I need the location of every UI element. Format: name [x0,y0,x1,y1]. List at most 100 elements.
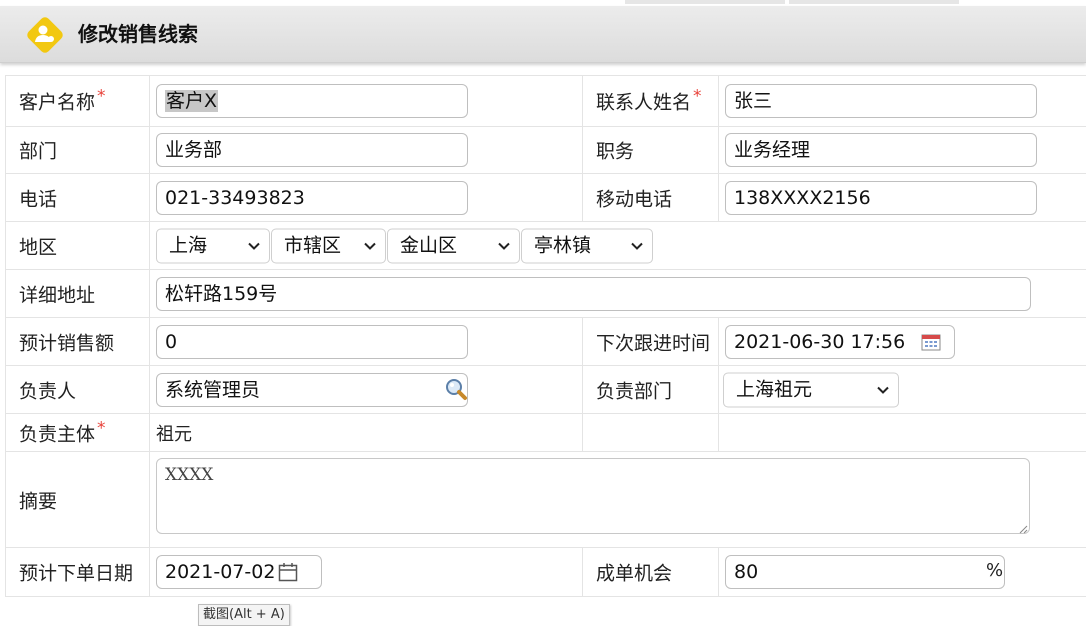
field-cell: 张三 [718,76,1086,126]
field-cell: 021-33493823 [149,174,583,221]
town-select[interactable]: 亭林镇 [521,228,653,263]
label-cell: 摘要 [5,452,150,547]
magnifier-icon[interactable] [444,377,468,401]
page-header: 修改销售线索 [0,6,1086,63]
field-cell: 80 % [718,548,1086,596]
department-label: 部门 [19,140,58,162]
form-row: 负责主体 * 祖元 [5,414,1086,452]
region-label: 地区 [19,236,58,258]
department-input[interactable]: 业务部 [156,132,468,167]
label-cell: 负责人 [5,366,150,413]
form-row: 详细地址 松轩路159号 [5,270,1086,318]
town-value: 亭林镇 [534,234,592,256]
label-cell: 预计下单日期 [5,548,150,596]
label-cell: 职务 [582,126,719,173]
next-followup-label: 下次跟进时间 [596,332,711,354]
owner-dept-label: 负责部门 [596,380,673,402]
order-date-label: 预计下单日期 [19,562,134,585]
deal-chance-value: 80 [734,561,759,583]
calendar-icon[interactable] [921,333,941,351]
mobile-label: 移动电话 [596,188,673,210]
form-row: 预计销售额 0 下次跟进时间 2021-06-30 17:56 [5,318,1086,366]
label-cell: 负责主体 * [5,414,150,451]
owner-dept-select[interactable]: 上海祖元 [723,372,899,407]
customer-name-label: 客户名称 * [19,86,106,114]
field-cell: 松轩路159号 [149,270,1086,317]
province-value: 上海 [169,234,208,256]
phone-input[interactable]: 021-33493823 [156,180,468,215]
form-row: 地区 上海 市辖区 金山区 亭林镇 [5,222,1086,270]
expected-sales-input[interactable]: 0 [156,324,468,359]
empty-cell [718,414,1086,451]
owner-input[interactable]: 系统管理员 [156,372,468,407]
label-cell: 部门 [5,126,150,173]
field-cell: 业务经理 [718,126,1086,173]
label-cell: 负责部门 [582,366,719,413]
summary-label: 摘要 [19,490,58,512]
owner-label: 负责人 [19,380,77,402]
position-label: 职务 [596,140,635,162]
required-marker: * [97,86,106,107]
user-badge-icon [22,12,68,58]
phone-label: 电话 [19,188,58,210]
deal-chance-label: 成单机会 [596,562,673,585]
form-row: 部门 业务部 职务 业务经理 [5,126,1086,174]
percent-unit: % [986,560,1004,581]
form-row: 摘要 XXXX [5,452,1086,548]
label-cell: 详细地址 [5,270,150,317]
deal-chance-input[interactable]: 80 [725,555,1005,589]
form-row: 电话 021-33493823 移动电话 138XXXX2156 [5,174,1086,222]
city-select[interactable]: 市辖区 [271,228,386,263]
district-value: 金山区 [400,234,458,256]
field-cell: 客户X [149,76,583,126]
top-tab-segment [625,0,785,4]
customer-name-value: 客户X [165,90,219,112]
order-date-value: 2021-07-02 [165,561,276,583]
owner-value: 系统管理员 [165,378,261,401]
form-row: 预计下单日期 2021-07-02 成单机会 80 % [5,548,1086,597]
expected-sales-label: 预计销售额 [19,332,115,354]
summary-textarea[interactable]: XXXX [156,458,1030,534]
mobile-input[interactable]: 138XXXX2156 [725,180,1037,215]
entity-value: 祖元 [156,423,192,445]
address-label: 详细地址 [19,284,96,306]
contact-name-input[interactable]: 张三 [725,84,1037,118]
field-cell: 0 [149,318,583,365]
page-title: 修改销售线索 [78,22,198,46]
required-marker: * [693,86,702,107]
chevron-down-icon [498,242,510,250]
chevron-down-icon [877,386,889,394]
position-input[interactable]: 业务经理 [725,132,1037,167]
label-cell: 成单机会 [582,548,719,596]
label-cell: 预计销售额 [5,318,150,365]
city-value: 市辖区 [284,234,342,256]
field-cell: 祖元 [149,414,583,451]
field-cell: 138XXXX2156 [718,174,1086,221]
field-cell: 2021-06-30 17:56 [718,318,1086,365]
field-cell: 系统管理员 [149,366,583,413]
chevron-down-icon [631,242,643,250]
district-select[interactable]: 金山区 [387,228,520,263]
label-cell: 客户名称 * [5,76,150,126]
contact-name-label: 联系人姓名 * [596,86,702,114]
form-row: 客户名称 * 客户X 联系人姓名 * 张三 [5,75,1086,127]
next-followup-value: 2021-06-30 17:56 [734,330,906,353]
label-cell: 移动电话 [582,174,719,221]
screenshot-tooltip: 截图(Alt + A) [198,604,290,626]
label-cell: 电话 [5,174,150,221]
customer-name-input[interactable]: 客户X [156,84,468,118]
label-cell: 地区 [5,222,150,269]
calendar-icon[interactable] [278,562,298,582]
resize-handle-icon[interactable] [1018,524,1028,534]
owner-dept-value: 上海祖元 [736,378,813,400]
field-cell: 上海 市辖区 金山区 亭林镇 [149,222,1086,269]
field-cell: XXXX [149,452,1086,547]
top-tab-segment [789,0,959,4]
empty-cell [582,414,719,451]
form-row: 负责人 系统管理员 负责部门 上海祖元 [5,366,1086,414]
province-select[interactable]: 上海 [156,228,270,263]
field-cell: 上海祖元 [718,366,1086,413]
label-cell: 联系人姓名 * [582,76,719,126]
chevron-down-icon [364,242,376,250]
address-input[interactable]: 松轩路159号 [156,276,1031,311]
